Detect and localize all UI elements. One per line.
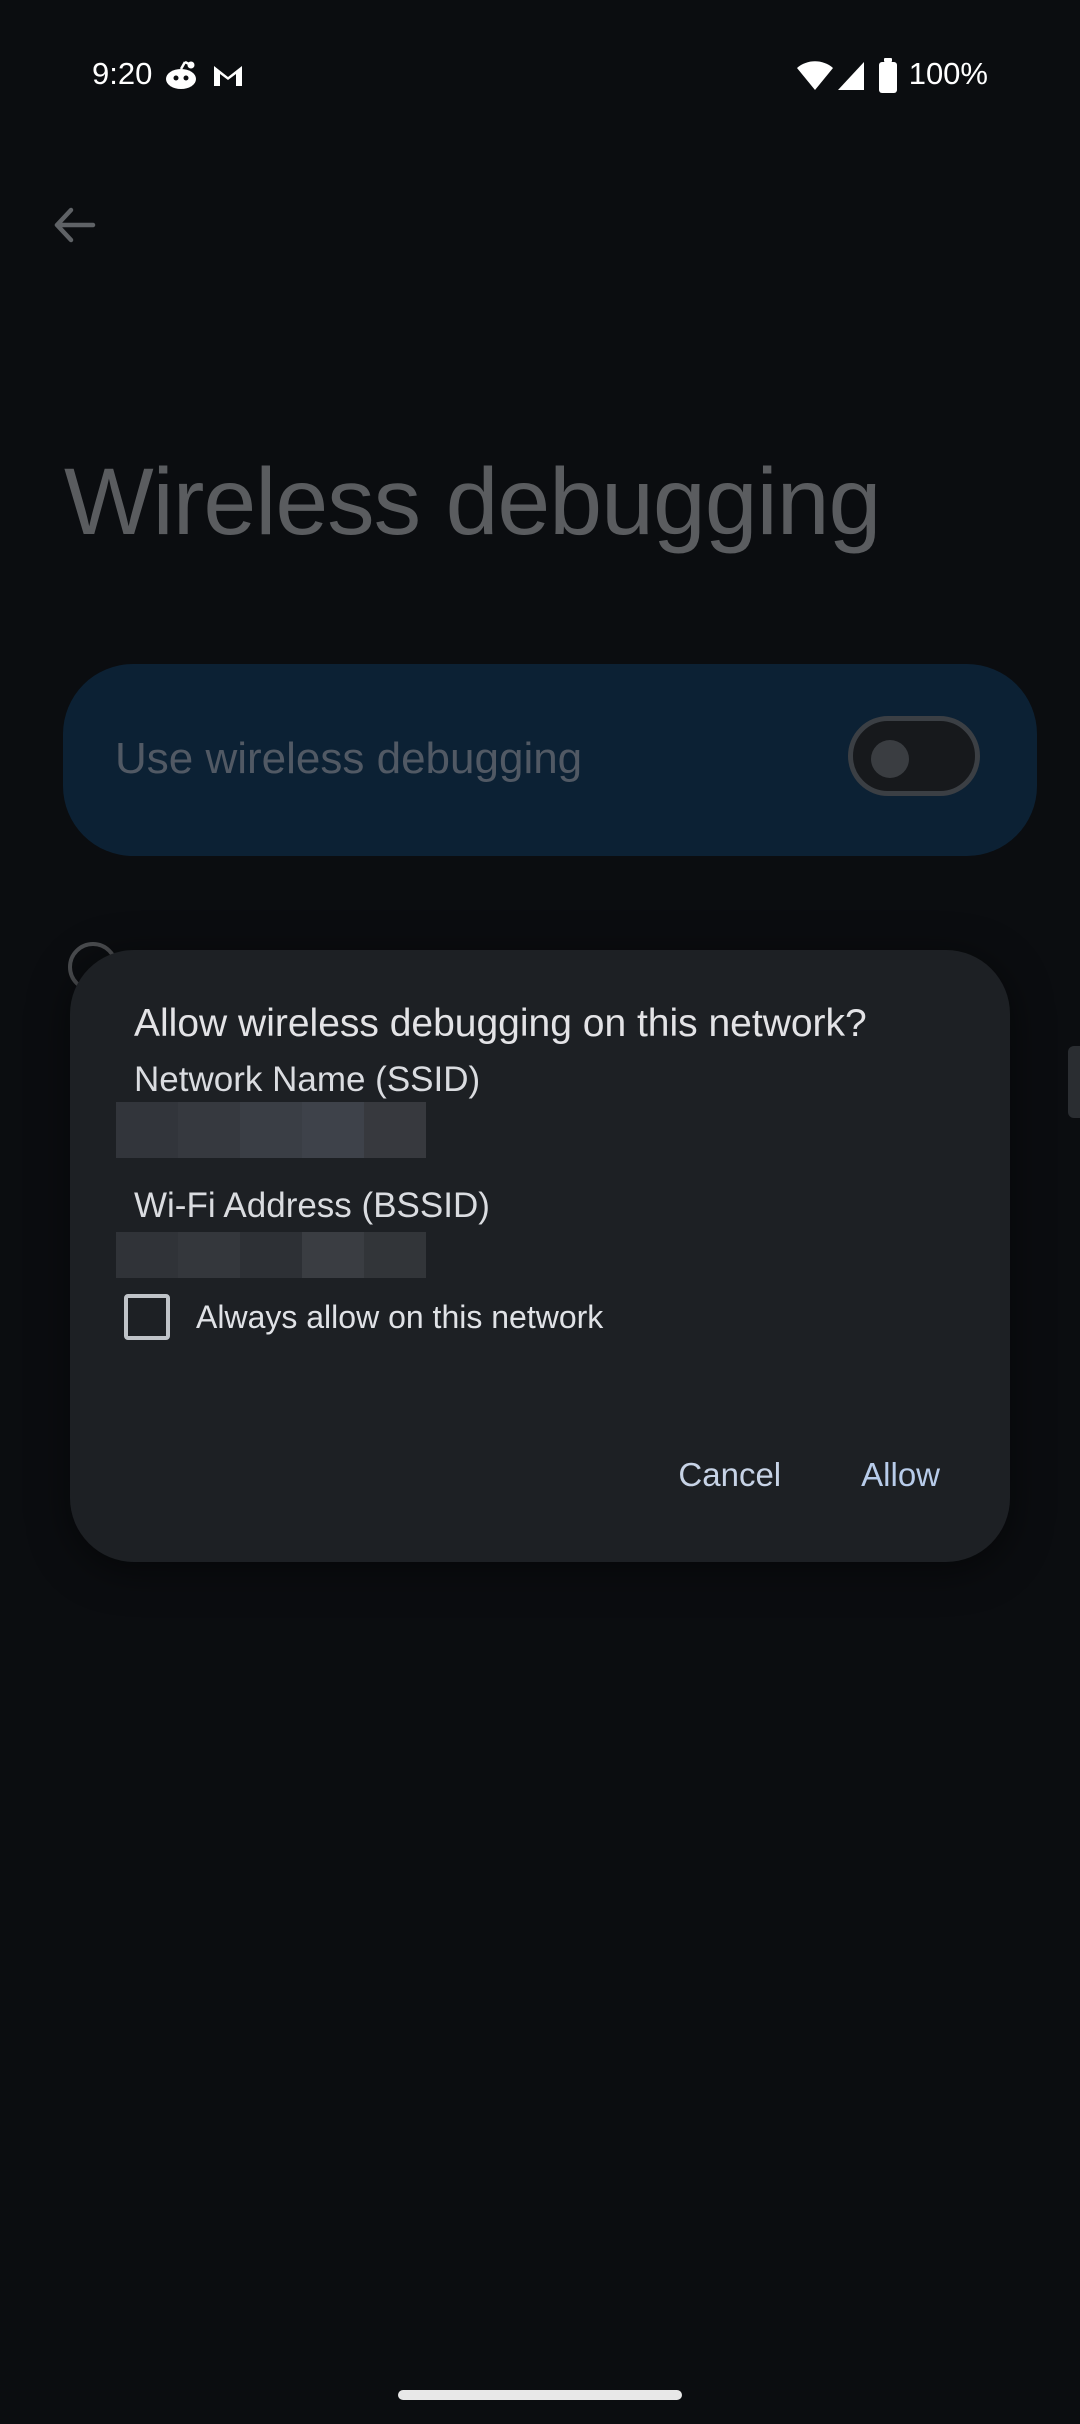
always-allow-checkbox[interactable] bbox=[124, 1294, 170, 1340]
use-wireless-debugging-label: Use wireless debugging bbox=[115, 734, 583, 783]
status-time: 9:20 bbox=[92, 56, 153, 91]
reddit-icon bbox=[164, 60, 198, 95]
battery-percent: 100% bbox=[908, 56, 988, 91]
cancel-button[interactable]: Cancel bbox=[678, 1456, 781, 1494]
arrow-back-icon bbox=[54, 207, 96, 243]
status-bar: 9:20 100% bbox=[0, 0, 1080, 150]
back-button[interactable] bbox=[38, 190, 108, 260]
allow-network-dialog: Allow wireless debugging on this network… bbox=[70, 950, 1010, 1562]
cell-signal-icon bbox=[836, 60, 866, 97]
edge-handle bbox=[1068, 1046, 1080, 1118]
use-wireless-debugging-switch[interactable] bbox=[848, 716, 980, 796]
allow-button[interactable]: Allow bbox=[861, 1456, 940, 1494]
gmail-icon bbox=[212, 62, 244, 93]
screen: 9:20 100% Wireless debugging Use wireles… bbox=[0, 0, 1080, 2424]
ssid-label: Network Name (SSID) bbox=[134, 1060, 481, 1099]
dialog-actions: Cancel Allow bbox=[678, 1456, 940, 1494]
use-wireless-debugging-card[interactable]: Use wireless debugging bbox=[63, 664, 1037, 856]
ssid-value-redacted bbox=[116, 1102, 426, 1158]
page-title: Wireless debugging bbox=[64, 449, 881, 555]
battery-icon bbox=[878, 58, 898, 99]
bssid-label: Wi-Fi Address (BSSID) bbox=[134, 1186, 490, 1225]
dialog-title: Allow wireless debugging on this network… bbox=[134, 1002, 867, 1045]
always-allow-row[interactable]: Always allow on this network bbox=[124, 1290, 603, 1344]
always-allow-label: Always allow on this network bbox=[196, 1298, 604, 1335]
wifi-icon bbox=[796, 60, 834, 97]
gesture-nav-handle[interactable] bbox=[398, 2390, 682, 2400]
bssid-value-redacted bbox=[116, 1232, 426, 1278]
switch-thumb bbox=[871, 740, 909, 778]
